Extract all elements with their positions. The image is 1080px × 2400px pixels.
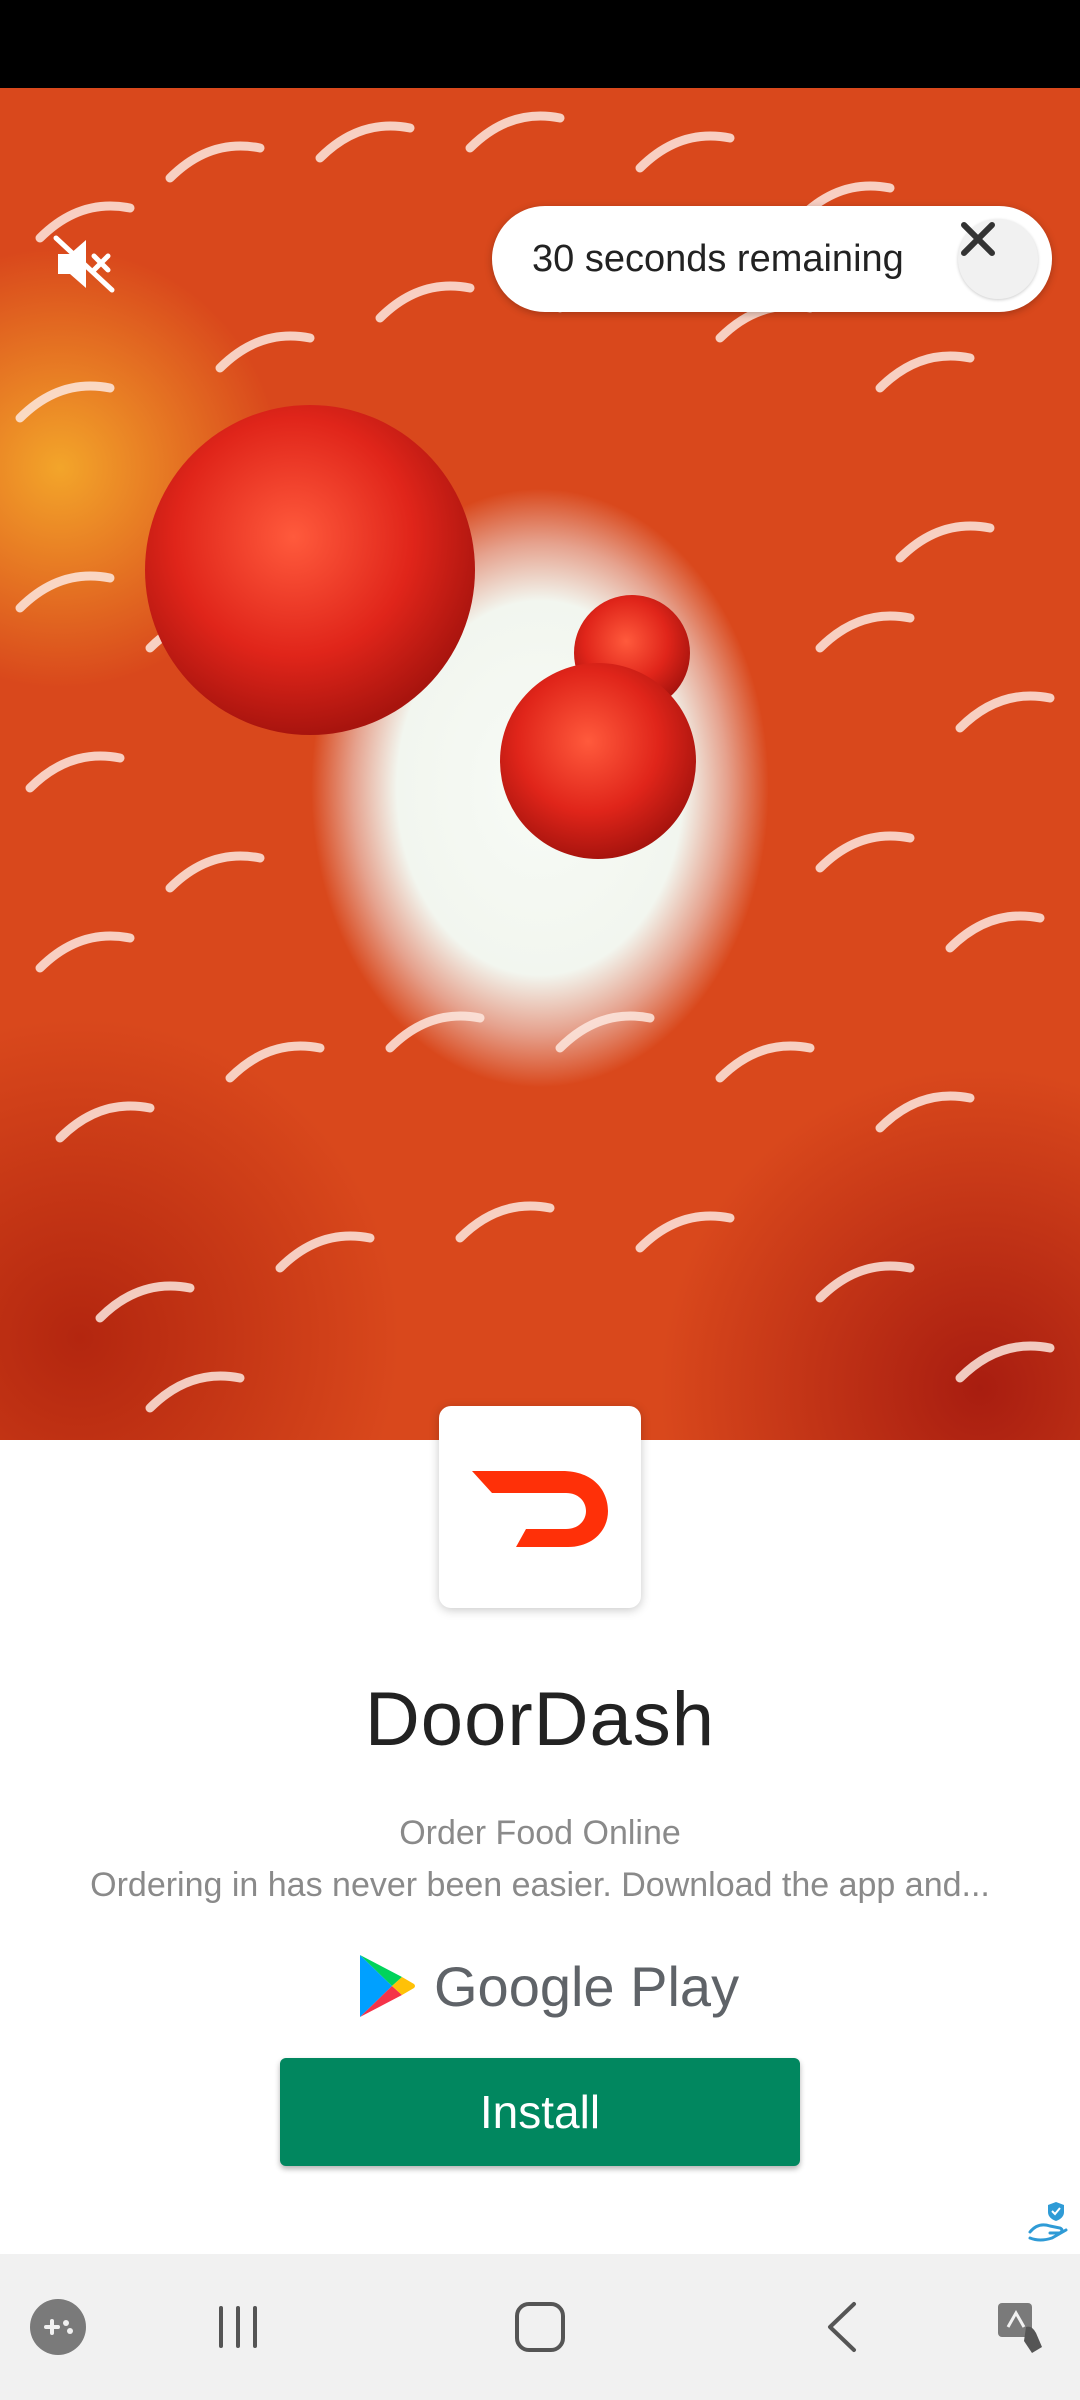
recent-apps-icon (219, 2306, 257, 2348)
doordash-logo-icon (472, 1471, 608, 1547)
countdown-pill: 30 seconds remaining (492, 206, 1052, 312)
mute-button[interactable] (52, 234, 128, 302)
home-button[interactable] (500, 2254, 580, 2400)
system-nav-bar (0, 2254, 1080, 2400)
accessibility-button[interactable] (984, 2254, 1060, 2400)
install-button[interactable]: Install (280, 2058, 800, 2166)
adchoices-icon[interactable] (1026, 2198, 1072, 2244)
close-icon (961, 222, 995, 256)
back-icon (828, 2302, 856, 2352)
back-button[interactable] (804, 2254, 880, 2400)
app-description: Ordering in has never been easier. Downl… (90, 1866, 990, 1904)
recent-apps-button[interactable] (200, 2254, 276, 2400)
home-icon (515, 2302, 565, 2352)
game-launcher-icon (30, 2299, 86, 2355)
google-play-badge: Google Play (358, 1950, 739, 2022)
app-icon[interactable] (439, 1406, 641, 1608)
ad-video[interactable]: 30 seconds remaining (0, 88, 1080, 1440)
app-tagline: Order Food Online (399, 1814, 681, 1852)
store-name: Google Play (434, 1954, 740, 2018)
google-play-icon (360, 1955, 415, 2017)
app-name: DoorDash (364, 1677, 716, 1762)
close-button[interactable] (958, 219, 1038, 299)
speaker-muted-icon (53, 235, 115, 293)
status-bar (0, 0, 1080, 88)
countdown-text: 30 seconds remaining (532, 238, 904, 280)
accessibility-icon (998, 2303, 1042, 2353)
game-launcher-button[interactable] (20, 2254, 96, 2400)
